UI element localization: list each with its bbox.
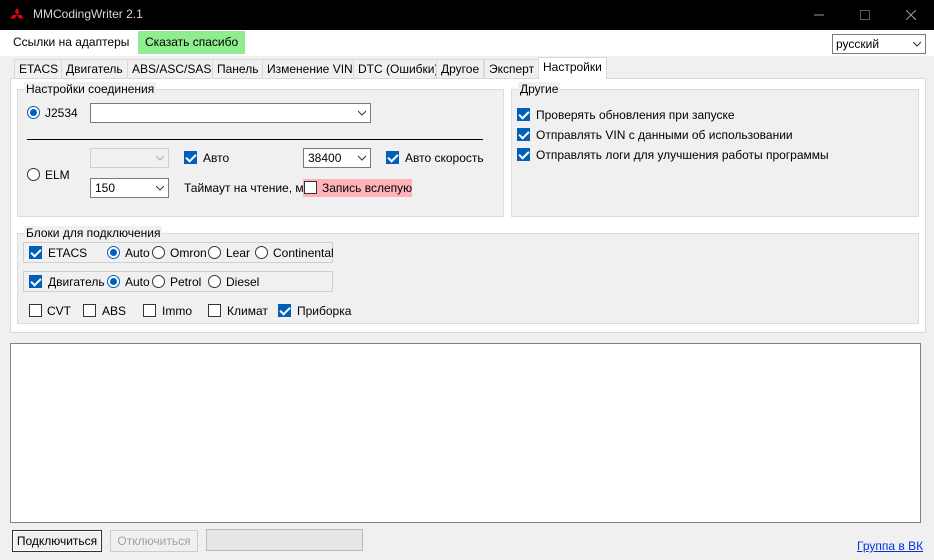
elm-radio[interactable] [27, 168, 40, 181]
send-vin-checkbox[interactable] [517, 128, 530, 141]
j2534-device-select[interactable] [90, 103, 371, 123]
close-icon[interactable] [888, 0, 934, 30]
engine-block-label: Двигатель [48, 275, 105, 289]
etacs-continental-label: Continental [273, 246, 334, 260]
abs-block-checkbox[interactable] [83, 304, 96, 317]
chevron-down-icon [156, 185, 164, 191]
blind-write-checkbox[interactable] [304, 181, 317, 194]
blind-write-label: Запись вслепую [322, 181, 413, 195]
maximize-icon[interactable] [842, 0, 888, 30]
engine-diesel-label: Diesel [226, 275, 260, 289]
adapters-links-menu[interactable]: Ссылки на адаптеры [6, 31, 136, 54]
chevron-down-icon [358, 155, 366, 161]
engine-diesel-radio[interactable] [208, 275, 221, 288]
connect-button[interactable]: Подключиться [12, 530, 102, 552]
elm-port-select[interactable] [90, 148, 169, 168]
climate-block-label: Климат [227, 304, 268, 318]
cvt-block-label: CVT [47, 304, 71, 318]
menu-bar: Ссылки на адаптеры Сказать спасибо [0, 30, 934, 56]
auto-speed-checkbox[interactable] [386, 151, 399, 164]
title-bar: MMCodingWriter 2.1 [0, 0, 934, 30]
check-updates-checkbox[interactable] [517, 108, 530, 121]
tab-panel[interactable]: Панель [212, 59, 264, 78]
j2534-radio[interactable] [27, 106, 40, 119]
j2534-label: J2534 [45, 106, 78, 120]
send-logs-label: Отправлять логи для улучшения работы про… [536, 148, 829, 162]
immo-block-label: Immo [162, 304, 192, 318]
language-select-value: русский [836, 37, 880, 51]
timeout-value: 150 [95, 181, 116, 195]
timeout-label: Таймаут на чтение, мс [184, 181, 310, 195]
immo-block-checkbox[interactable] [143, 304, 156, 317]
separator-line [27, 139, 483, 140]
connection-blocks-legend: Блоки для подключения [24, 226, 163, 240]
tab-etacs[interactable]: ETACS [14, 59, 64, 78]
climate-block-checkbox[interactable] [208, 304, 221, 317]
etacs-lear-label: Lear [226, 246, 251, 260]
tab-abs-asc-sas[interactable]: ABS/ASC/SAS [127, 59, 217, 78]
language-select[interactable]: русский [832, 34, 926, 54]
cluster-block-label: Приборка [297, 304, 352, 318]
disconnect-button[interactable]: Отключиться [110, 530, 198, 552]
vk-group-link[interactable]: Группа в ВК [857, 539, 923, 553]
minimize-icon[interactable] [796, 0, 842, 30]
etacs-lear-radio[interactable] [208, 246, 221, 259]
send-logs-checkbox[interactable] [517, 148, 530, 161]
check-updates-label: Проверять обновления при запуске [536, 108, 735, 122]
chevron-down-icon [358, 110, 366, 116]
abs-block-label: ABS [102, 304, 127, 318]
etacs-omron-label: Omron [170, 246, 207, 260]
etacs-block-checkbox[interactable] [29, 246, 42, 259]
send-vin-label: Отправлять VIN с данными об использовани… [536, 128, 793, 142]
tab-engine[interactable]: Двигатель [61, 59, 128, 78]
chevron-down-icon [913, 41, 921, 47]
say-thanks-button[interactable]: Сказать спасибо [138, 31, 246, 54]
auto-speed-label: Авто скорость [405, 151, 484, 165]
mitsubishi-logo-icon [10, 8, 24, 19]
other-settings-legend: Другие [518, 82, 561, 96]
engine-auto-label: Auto [125, 275, 150, 289]
tab-vin-change[interactable]: Изменение VIN [262, 59, 358, 78]
etacs-auto-radio[interactable] [107, 246, 120, 259]
baud-rate-value: 38400 [308, 151, 342, 165]
window-title: MMCodingWriter 2.1 [33, 7, 143, 21]
tab-expert[interactable]: Эксперт [484, 59, 540, 78]
etacs-block-label: ETACS [48, 246, 88, 260]
log-textarea[interactable] [10, 343, 921, 523]
cvt-block-checkbox[interactable] [29, 304, 42, 317]
connection-settings-legend: Настройки соединения [24, 82, 157, 96]
chevron-down-icon [156, 155, 164, 161]
progress-bar [206, 529, 363, 551]
engine-petrol-label: Petrol [170, 275, 202, 289]
engine-auto-radio[interactable] [107, 275, 120, 288]
etacs-auto-label: Auto [125, 246, 150, 260]
tab-settings[interactable]: Настройки [538, 57, 607, 79]
engine-block-checkbox[interactable] [29, 275, 42, 288]
tab-dtc[interactable]: DTC (Ошибки) [353, 59, 444, 78]
etacs-omron-radio[interactable] [152, 246, 165, 259]
auto-checkbox[interactable] [184, 151, 197, 164]
cluster-block-checkbox[interactable] [278, 304, 291, 317]
etacs-continental-radio[interactable] [255, 246, 268, 259]
timeout-select[interactable]: 150 [90, 178, 169, 198]
auto-label: Авто [203, 151, 230, 165]
baud-rate-select[interactable]: 38400 [303, 148, 371, 168]
engine-petrol-radio[interactable] [152, 275, 165, 288]
tab-other[interactable]: Другое [436, 59, 485, 78]
elm-label: ELM [45, 168, 70, 182]
